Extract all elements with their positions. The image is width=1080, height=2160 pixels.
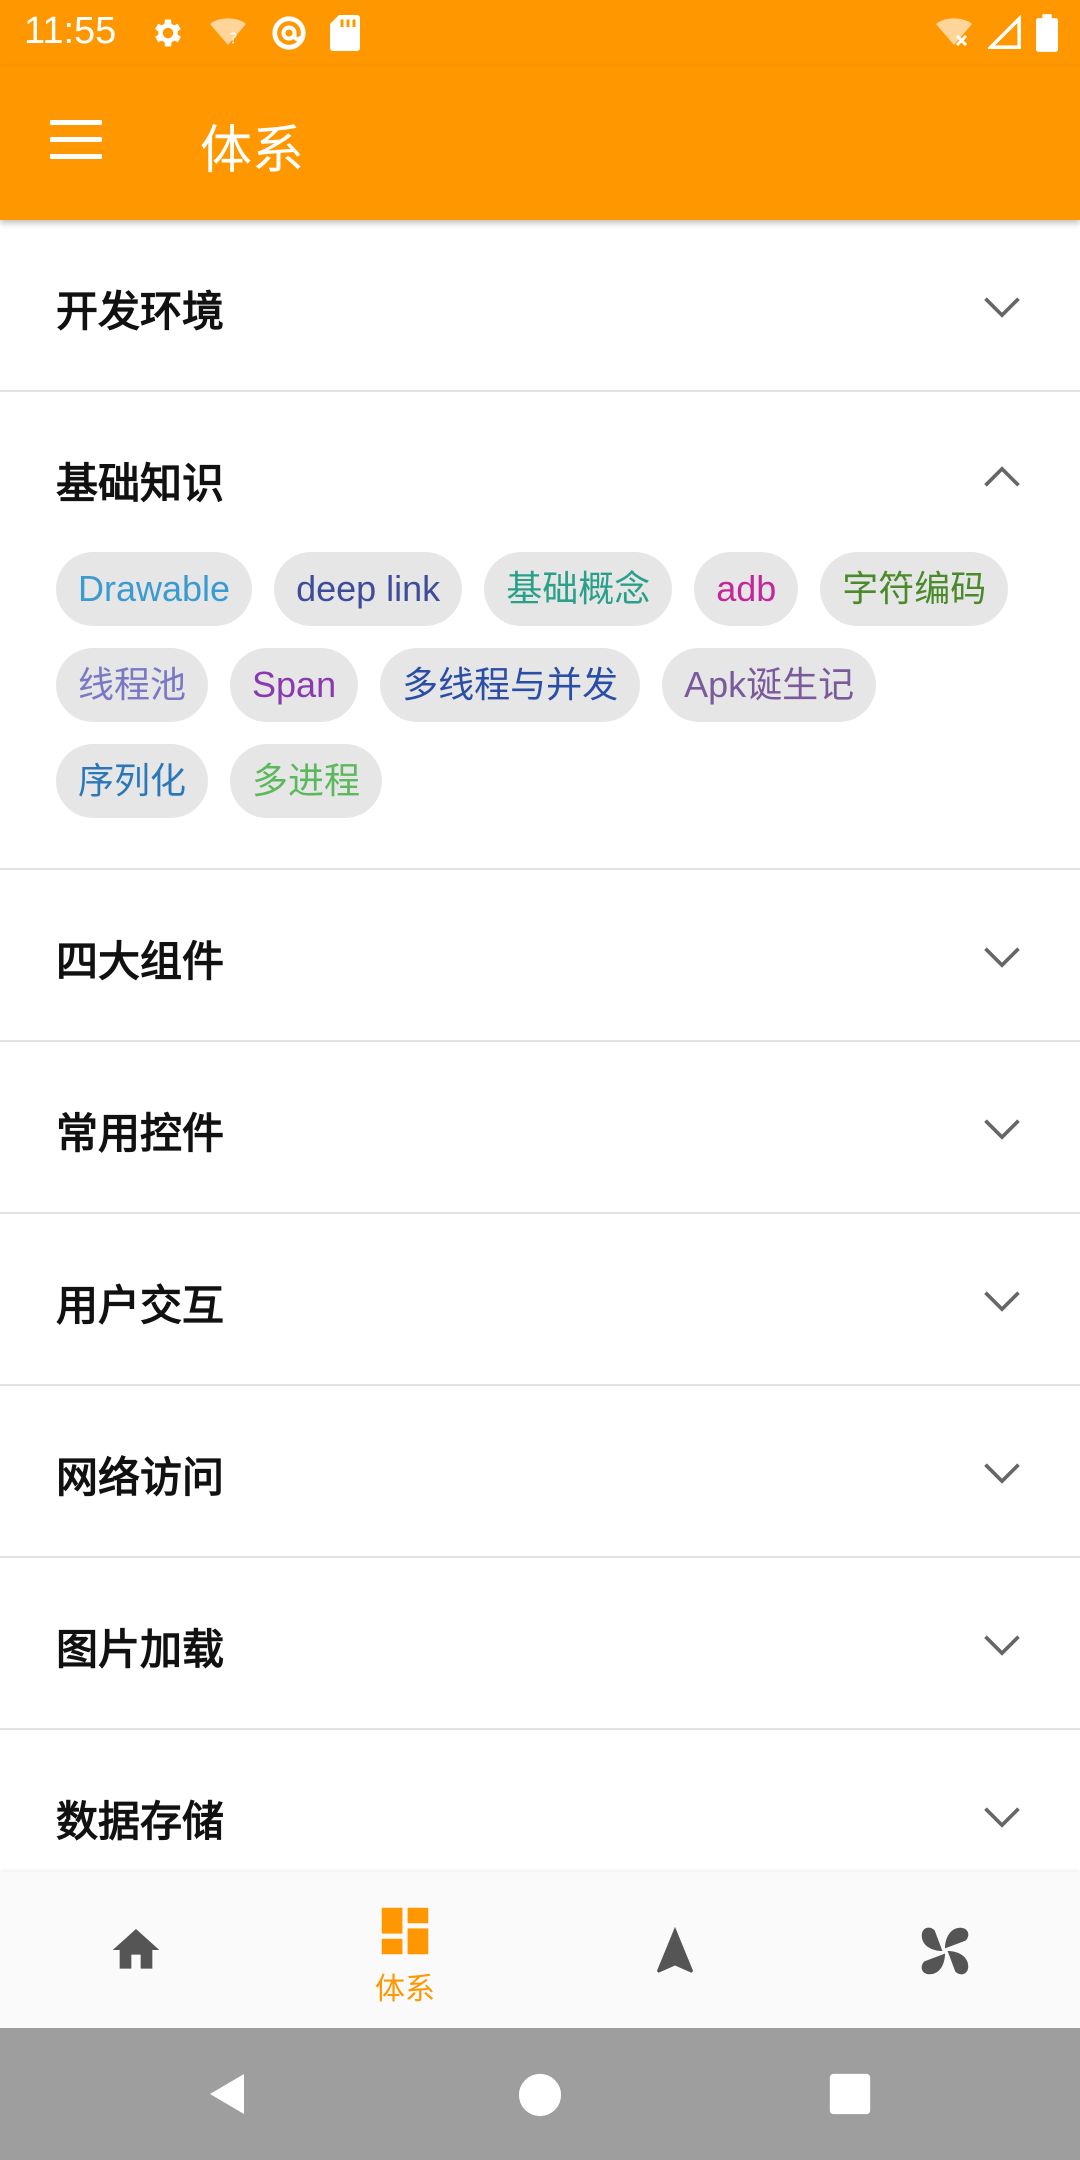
section-data-storage[interactable]: 数据存储 [0,1730,1080,1872]
nav-home[interactable] [0,1872,270,2028]
recents-icon[interactable] [828,2072,872,2116]
nav-system[interactable]: 体系 [270,1872,540,2028]
home-circle-icon[interactable] [517,2072,563,2118]
section-network-access[interactable]: 网络访问 [0,1386,1080,1558]
section-header[interactable]: 开发环境 [0,220,1080,390]
signal-icon [988,15,1021,49]
section-header[interactable]: 数据存储 [0,1730,1080,1872]
chip-drawable[interactable]: Drawable [56,552,253,626]
chevron-down-icon[interactable] [980,284,1024,328]
chip-deep-link[interactable]: deep link [274,552,463,626]
chip-span[interactable]: Span [230,648,359,722]
system-navigation-bar [0,2028,1080,2160]
chip-adb[interactable]: adb [694,552,799,626]
section-title: 网络访问 [56,1453,225,1502]
section-four-components[interactable]: 四大组件 [0,870,1080,1042]
wifi-off-icon [936,18,972,47]
section-user-interaction[interactable]: 用户交互 [0,1214,1080,1386]
bottom-navigation: 体系 [0,1872,1080,2028]
section-dev-environment[interactable]: 开发环境 [0,220,1080,392]
chevron-down-icon[interactable] [980,1278,1024,1322]
back-icon[interactable] [204,2068,252,2120]
settings-icon [155,19,181,47]
nav-navigation[interactable] [540,1872,810,2028]
app-bar: 体系 [0,66,1080,220]
section-title: 开发环境 [56,287,225,336]
chip-serialization[interactable]: 序列化 [56,744,209,818]
chevron-down-icon[interactable] [980,1622,1024,1666]
chevron-down-icon[interactable] [980,1794,1024,1838]
section-title: 数据存储 [56,1797,225,1846]
battery-icon [1036,14,1058,52]
chip-apk-birth[interactable]: Apk诞生记 [662,648,877,722]
navigation-icon [656,1926,694,1973]
section-title: 用户交互 [56,1281,225,1330]
chip-multithreading[interactable]: 多线程与并发 [380,648,641,722]
svg-text:?: ? [230,30,238,48]
chevron-down-icon[interactable] [980,1106,1024,1150]
chip-char-encoding[interactable]: 字符编码 [820,552,1009,626]
section-header[interactable]: 四大组件 [0,870,1080,1040]
status-bar: 11:55 ? [0,0,1080,66]
nav-label: 体系 [375,1972,435,2007]
section-basic-knowledge[interactable]: 基础知识 Drawable deep link 基础概念 adb 字符编码 线程… [0,392,1080,870]
section-header[interactable]: 网络访问 [0,1386,1080,1556]
tag-chips: Drawable deep link 基础概念 adb 字符编码 线程池 Spa… [0,552,1080,868]
dashboard-icon [381,1907,429,1955]
section-header[interactable]: 常用控件 [0,1042,1080,1212]
at-sign-icon [272,16,306,50]
section-title: 基础知识 [56,459,225,508]
section-header[interactable]: 图片加载 [0,1558,1080,1728]
chip-multiprocess[interactable]: 多进程 [230,744,383,818]
section-title: 图片加载 [56,1625,225,1674]
section-header[interactable]: 基础知识 [0,392,1080,562]
knowledge-tree-list[interactable]: 开发环境 基础知识 Drawable deep link 基础概念 adb 字符… [0,220,1080,1872]
wifi-question-icon: ? [210,18,246,48]
menu-icon[interactable] [50,120,102,160]
section-common-widgets[interactable]: 常用控件 [0,1042,1080,1214]
chevron-up-icon[interactable] [980,456,1024,500]
nav-project[interactable] [810,1872,1080,2028]
section-title: 常用控件 [56,1109,225,1158]
chevron-down-icon[interactable] [980,1450,1024,1494]
section-header[interactable]: 用户交互 [0,1214,1080,1384]
section-image-loading[interactable]: 图片加载 [0,1558,1080,1730]
chevron-down-icon[interactable] [980,934,1024,978]
section-title: 四大组件 [56,937,225,986]
chip-thread-pool[interactable]: 线程池 [56,648,209,722]
home-icon [112,1929,160,1969]
status-icons-right [934,14,1058,52]
sd-card-icon [330,15,360,51]
page-title: 体系 [200,121,305,181]
status-icons-left: ? [150,14,360,52]
chip-basic-concepts[interactable]: 基础概念 [484,552,673,626]
status-time: 11:55 [24,10,117,52]
pinwheel-icon [921,1927,969,1975]
